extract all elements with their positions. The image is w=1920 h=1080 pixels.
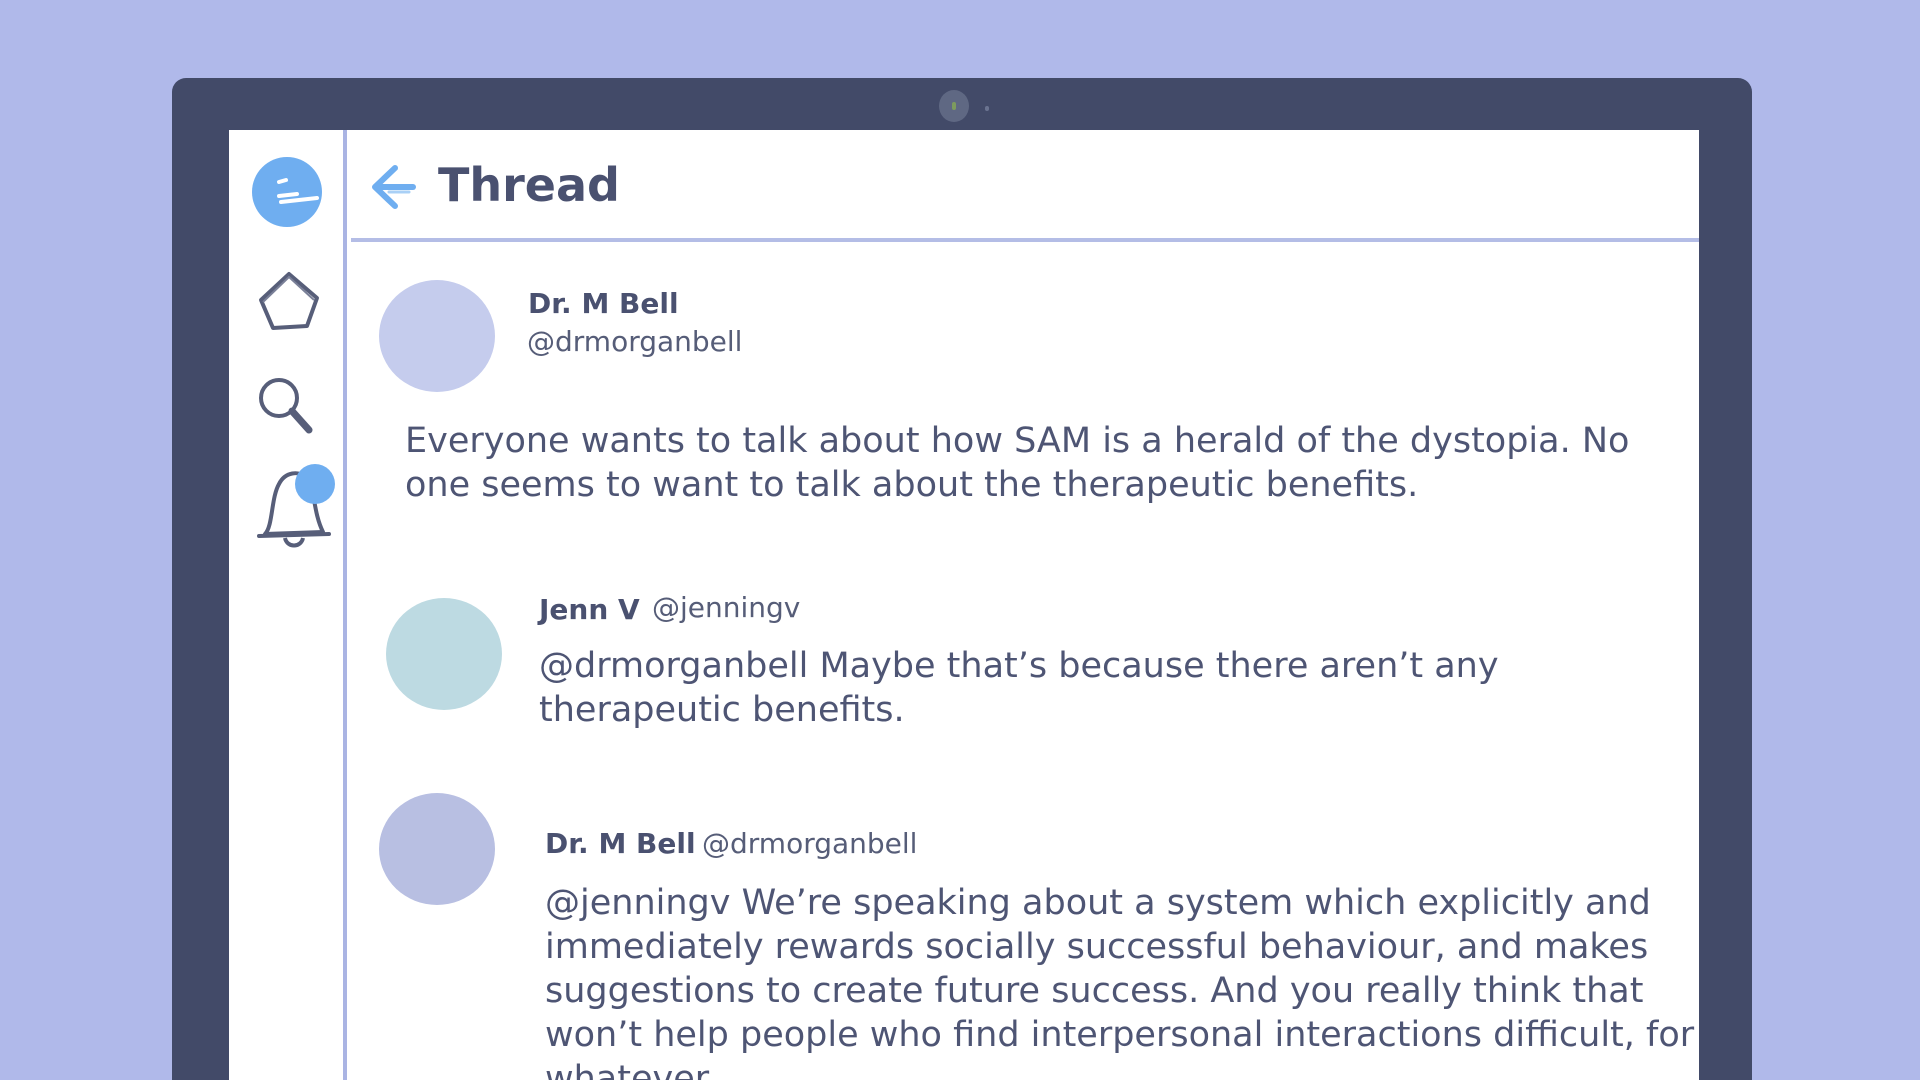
post-author-handle[interactable]: @drmorganbell	[527, 325, 742, 358]
avatar[interactable]	[379, 280, 495, 392]
face-logo-icon[interactable]	[251, 156, 323, 228]
back-arrow-icon[interactable]	[369, 162, 417, 212]
webcam-icon	[939, 90, 969, 122]
post-author-name[interactable]: Dr. M Bell	[528, 287, 679, 320]
bell-icon[interactable]	[249, 460, 339, 552]
page-title: Thread	[438, 158, 620, 212]
reply-text: @jenningv We’re speaking about a system …	[545, 883, 1695, 1080]
notification-badge	[295, 464, 335, 504]
post-text: Everyone wants to talk about how SAM is …	[405, 421, 1630, 505]
avatar[interactable]	[379, 793, 495, 905]
reply-author-name[interactable]: Dr. M Bell	[545, 827, 696, 860]
app-screen: Thread Dr. M Bell @drmorganbell Everyone…	[229, 130, 1699, 1080]
avatar[interactable]	[386, 598, 502, 710]
reply-author-handle[interactable]: @drmorganbell	[702, 827, 917, 860]
home-icon[interactable]	[255, 270, 323, 334]
reply-author-name[interactable]: Jenn V	[539, 593, 640, 626]
thread-header: Thread	[351, 130, 1699, 242]
sidebar	[229, 130, 347, 1080]
reply-author-handle[interactable]: @jenningv	[652, 591, 800, 624]
reply-text: @drmorganbell Maybe that’s because there…	[539, 646, 1499, 730]
search-icon[interactable]	[255, 374, 315, 436]
webcam-indicator	[985, 106, 989, 111]
